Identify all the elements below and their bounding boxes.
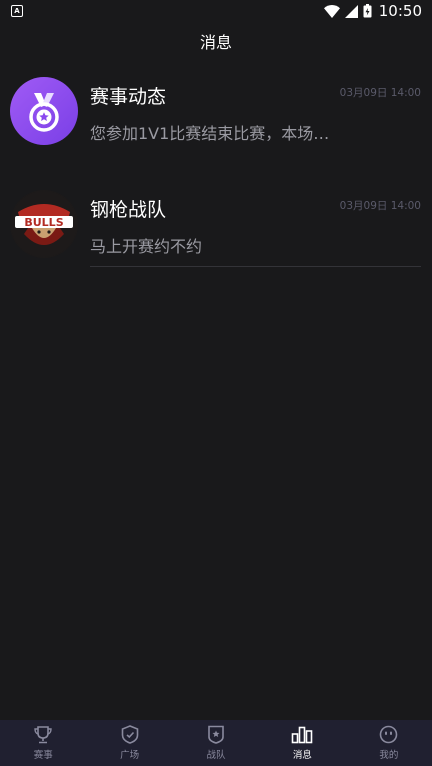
nav-label: 我的 [379,750,399,761]
nav-label: 消息 [292,749,312,761]
list-divider [90,266,421,267]
header: 消息 [0,26,432,56]
message-preview: 您参加1V1比赛结束比赛，本场… [90,124,330,143]
page-title: 消息 [199,33,232,52]
app-notification-icon: A [11,5,23,17]
avatar [10,77,78,145]
nav-label: 赛事 [33,749,53,761]
logo-text: BULLS [24,216,63,229]
message-list: 赛事动态 03月09日 14:00 您参加1V1比赛结束比赛，本场… BULLS… [0,70,432,296]
battery-icon [363,4,372,18]
nav-label: 战队 [206,750,226,761]
avatar: BULLS [10,190,78,258]
wifi-icon [323,4,340,18]
clock: 10:50 [378,2,422,20]
message-item-team-chat[interactable]: BULLS 钢枪战队 03月09日 14:00 马上开赛约不约 [0,183,432,296]
status-bar: A 10:50 [0,0,432,22]
message-time: 03月09日 14:00 [339,87,421,99]
signal-icon [344,4,358,18]
message-time: 03月09日 14:00 [339,200,421,212]
nav-item-plaza[interactable]: 广场 [86,720,172,766]
nav-label: 广场 [120,750,140,761]
shield-check-icon [121,725,138,744]
nav-item-events[interactable]: 赛事 [0,720,86,766]
medal-icon [29,93,59,132]
message-bars-icon [292,726,313,743]
nav-item-team[interactable]: 战队 [173,720,259,766]
trophy-icon [34,725,52,743]
message-preview: 马上开赛约不约 [90,237,203,256]
profile-face-icon [380,725,398,744]
team-badge-icon [208,725,224,744]
nav-item-messages[interactable]: 消息 [259,720,345,766]
bulls-logo: BULLS [11,191,77,257]
bottom-nav: 赛事 广场 战队 消息 我的 [0,720,432,766]
message-title: 钢枪战队 [90,199,167,221]
message-item-match-news[interactable]: 赛事动态 03月09日 14:00 您参加1V1比赛结束比赛，本场… [0,70,432,183]
message-title: 赛事动态 [90,86,167,108]
nav-item-profile[interactable]: 我的 [346,720,432,766]
